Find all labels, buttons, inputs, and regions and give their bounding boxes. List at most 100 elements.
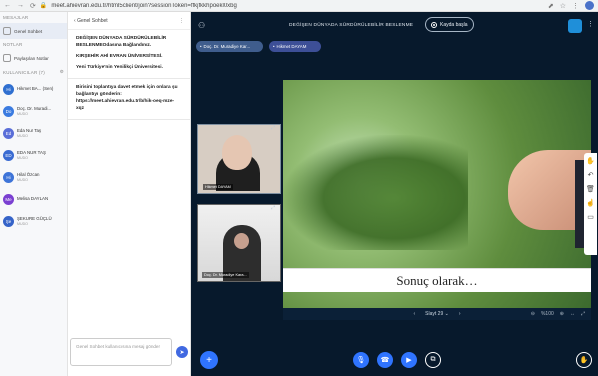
user-avatar: ED xyxy=(3,149,14,161)
user-list-item[interactable]: Me Melisa DAYLAN xyxy=(0,188,67,210)
user-name: Hikmet BA... (Sen) xyxy=(17,86,54,92)
hand-tool-icon[interactable]: ✋ xyxy=(586,157,595,165)
camera-icon: ▶ xyxy=(406,357,412,364)
hand-icon: ✋ xyxy=(579,357,589,364)
section-users-label: KULLANICILAR (7) ⚙ xyxy=(0,66,67,78)
mic-button[interactable]: 🎙 xyxy=(353,352,369,368)
expand-icon[interactable]: ⤢ xyxy=(271,125,275,131)
users-count: KULLANICILAR (7) xyxy=(3,69,45,75)
user-list-item[interactable]: ED EDA NUR TAŞ MUDO xyxy=(0,144,67,166)
screen-share-button[interactable]: ⧉ xyxy=(425,352,441,368)
user-avatar: Do xyxy=(3,105,14,117)
presentation-slide[interactable]: Sonuç olarak… xyxy=(283,80,591,308)
sidebar-item-public-chat[interactable]: Genel Sohbet xyxy=(0,23,67,39)
settings-gear-icon[interactable]: ⚙ xyxy=(60,69,64,75)
user-status: MUDO xyxy=(17,155,28,160)
user-list-item[interactable]: Ed Eda Nur Taş MUDO xyxy=(0,122,67,144)
record-icon xyxy=(431,21,437,28)
screen-share-icon: ⧉ xyxy=(430,356,436,363)
record-button[interactable]: Kayda başla xyxy=(425,17,474,32)
send-button[interactable]: ➤ xyxy=(176,346,188,358)
mic-icon: • xyxy=(200,44,202,49)
multi-user-icon[interactable]: ☝ xyxy=(586,199,595,207)
undo-icon[interactable]: ↶ xyxy=(588,171,594,179)
fit-width-icon[interactable]: ↔ xyxy=(570,311,575,317)
fullscreen-icon[interactable]: ⤢ xyxy=(581,311,585,317)
forward-arrow-icon[interactable]: → xyxy=(17,2,24,10)
university-name: KIRŞEHİR AHİ EVRAN ÜNİVERSİTESİ. xyxy=(76,53,163,59)
user-list-item[interactable]: Do Doç. Dr. Muradi... MUDO xyxy=(0,100,67,122)
user-status: MUDO xyxy=(17,111,28,116)
chat-options-icon[interactable]: ⋮ xyxy=(179,18,184,24)
webcam-tile-presenter[interactable]: Doç. Dr. Muradiye Kara... xyxy=(197,204,281,282)
browser-extensions: ⬈ ☆ ⋮ xyxy=(548,1,594,10)
plus-icon: + xyxy=(206,354,212,366)
slide-selector[interactable]: Slayt 29 ⌄ xyxy=(425,311,449,317)
address-bar[interactable]: meet.ahievran.edu.tr/html5client/join?se… xyxy=(51,3,237,9)
webcam-label: Hikmet DAYAM xyxy=(203,184,233,190)
browser-nav[interactable]: ← → ⟳ xyxy=(0,2,40,10)
invite-message: Birisini toplantıya davet etmek için onl… xyxy=(68,79,190,120)
person-face xyxy=(222,135,252,170)
user-avatar: Ed xyxy=(3,127,14,139)
camera-button[interactable]: ▶ xyxy=(401,352,417,368)
slide-controls: ‹ Slayt 29 ⌄ › ⊖ %100 ⊕ ↔ ⤢ xyxy=(283,308,591,320)
user-avatar: Şe xyxy=(3,215,14,227)
user-status: MUDO xyxy=(17,133,28,138)
lock-icon: 🔒 xyxy=(39,3,48,9)
trash-icon[interactable]: 🗑 xyxy=(586,185,595,193)
zoom-in-icon[interactable]: ⊕ xyxy=(560,311,564,317)
self-pill[interactable]: • Hikmet DAYAM xyxy=(269,41,321,52)
zoom-level: %100 xyxy=(540,311,554,317)
connection-status-icon[interactable] xyxy=(568,19,582,33)
invite-text: Birisini toplantıya davet etmek için onl… xyxy=(76,84,178,97)
action-bar: + 🎙 ☎ ▶ ⧉ ✋ xyxy=(191,346,598,376)
invite-link[interactable]: https://meet.ahievran.edu.tr/b/hik-oeq-m… xyxy=(76,99,174,111)
chat-back-button[interactable]: ‹ Genel Sohbet xyxy=(74,18,108,24)
slide-number: Slayt 29 xyxy=(425,311,444,317)
mic-icon: • xyxy=(273,44,275,49)
back-arrow-icon[interactable]: ← xyxy=(4,2,11,10)
webcam-label: Doç. Dr. Muradiye Kara... xyxy=(202,272,249,278)
actions-plus-button[interactable]: + xyxy=(200,351,218,369)
user-avatar: Hi xyxy=(3,171,14,183)
expand-icon[interactable]: ⤢ xyxy=(271,205,275,211)
record-label: Kayda başla xyxy=(440,21,468,28)
raise-hand-button[interactable]: ✋ xyxy=(576,352,592,368)
whiteboard-icon[interactable]: ▭ xyxy=(587,213,594,221)
chat-input[interactable]: Genel Sohbet kullanıcısına mesaj gönder xyxy=(70,338,172,366)
user-list-item[interactable]: Şe ŞEKURE GÜÇLÜ MUDO xyxy=(0,210,67,232)
leave-audio-button[interactable]: ☎ xyxy=(377,352,393,368)
user-list-item[interactable]: Hi Hikmet BA... (Sen) xyxy=(0,78,67,100)
left-sidebar: MESAJLAR Genel Sohbet NOTLAR Paylaşılan … xyxy=(0,12,68,376)
welcome-message: DEĞİŞEN DÜNYADA SÜRDÜRÜLEBİLİR BESLENMEO… xyxy=(68,30,190,79)
profile-avatar[interactable] xyxy=(585,1,594,10)
sidebar-item-shared-notes[interactable]: Paylaşılan Notlar xyxy=(0,50,67,66)
chat-title: Genel Sohbet xyxy=(77,17,108,24)
star-icon[interactable]: ☆ xyxy=(560,2,566,10)
options-menu-icon[interactable]: ⋮ xyxy=(587,20,594,28)
person-face xyxy=(234,233,249,249)
presenter-pill[interactable]: • Doç. Dr. Muradiye Kar... xyxy=(196,41,263,52)
slide-plant-image xyxy=(283,135,468,250)
sidebar-item-label: Genel Sohbet xyxy=(14,28,43,34)
prev-slide-icon[interactable]: ‹ xyxy=(413,311,415,317)
users-toggle-icon[interactable]: ⚇ xyxy=(198,21,208,31)
user-status: MUDO xyxy=(17,177,28,182)
extensions-icon[interactable]: ⋮ xyxy=(572,2,579,10)
user-name: Melisa DAYLAN xyxy=(17,196,49,202)
zoom-controls: ⊖ %100 ⊕ ↔ ⤢ xyxy=(531,311,585,317)
meeting-area: ⚇ DEĞİŞEN DÜNYADA SÜRDÜRÜLEBİLİR BESLENM… xyxy=(191,12,598,376)
share-icon[interactable]: ⬈ xyxy=(548,2,554,10)
webcam-tile-self[interactable]: Hikmet DAYAM xyxy=(197,124,281,194)
section-messages-label: MESAJLAR xyxy=(3,15,29,20)
whiteboard-toolbar: ✋ ↶ 🗑 ☝ ▭ xyxy=(584,153,597,255)
reload-icon[interactable]: ⟳ xyxy=(30,2,36,10)
user-list-item[interactable]: Hi Hilal Özcan MUDO xyxy=(0,166,67,188)
user-status: MUDO xyxy=(17,221,28,226)
next-slide-icon[interactable]: › xyxy=(459,311,461,317)
send-icon: ➤ xyxy=(179,349,185,356)
zoom-out-icon[interactable]: ⊖ xyxy=(531,311,535,317)
self-name: Hikmet DAYAM xyxy=(276,44,307,49)
meeting-title: DEĞİŞEN DÜNYADA SÜRDÜRÜLEBİLİR BESLENME xyxy=(289,23,414,28)
